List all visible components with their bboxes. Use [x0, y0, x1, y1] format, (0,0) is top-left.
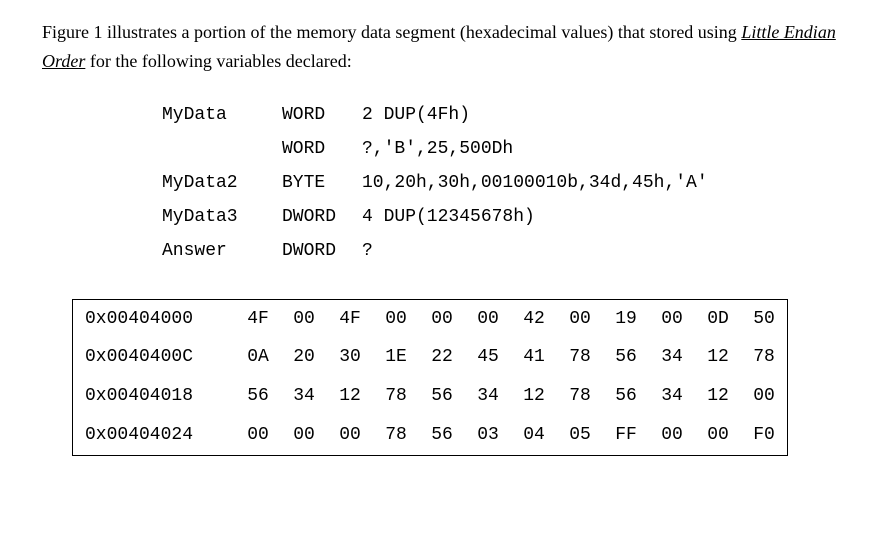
memory-byte: 78	[557, 338, 603, 377]
memory-byte: 34	[465, 377, 511, 416]
memory-byte: 78	[741, 338, 788, 377]
memory-byte: 00	[649, 416, 695, 455]
memory-byte: 1E	[373, 338, 419, 377]
memory-byte: 00	[327, 416, 373, 455]
memory-byte: 00	[281, 416, 327, 455]
memory-byte: 50	[741, 299, 788, 338]
memory-byte: 12	[695, 377, 741, 416]
declaration-type: WORD	[282, 132, 362, 166]
declaration-name: MyData3	[162, 200, 282, 234]
declaration-args: ?	[362, 234, 866, 268]
memory-byte: 12	[511, 377, 557, 416]
declarations-block: MyData WORD 2 DUP(4Fh) WORD ?,'B',25,500…	[162, 98, 866, 269]
memory-byte: 56	[419, 416, 465, 455]
declaration-type: DWORD	[282, 234, 362, 268]
memory-byte: 4F	[235, 299, 281, 338]
memory-byte: 78	[373, 377, 419, 416]
memory-byte: 78	[373, 416, 419, 455]
memory-row: 0x0040400C 0A 20 30 1E 22 45 41 78 56 34…	[73, 338, 788, 377]
memory-byte: 04	[511, 416, 557, 455]
memory-byte: 00	[419, 299, 465, 338]
declaration-name	[162, 132, 282, 166]
memory-byte: 20	[281, 338, 327, 377]
declaration-row: MyData3 DWORD 4 DUP(12345678h)	[162, 200, 866, 234]
memory-byte: 12	[695, 338, 741, 377]
memory-byte: 00	[465, 299, 511, 338]
memory-row: 0x00404024 00 00 00 78 56 03 04 05 FF 00…	[73, 416, 788, 455]
memory-byte: 42	[511, 299, 557, 338]
memory-byte: 34	[649, 338, 695, 377]
memory-byte: 56	[603, 377, 649, 416]
memory-byte: 0D	[695, 299, 741, 338]
memory-byte: 78	[557, 377, 603, 416]
memory-row: 0x00404018 56 34 12 78 56 34 12 78 56 34…	[73, 377, 788, 416]
memory-byte: 56	[419, 377, 465, 416]
figure-caption: Figure 1 illustrates a portion of the me…	[42, 18, 866, 76]
memory-address: 0x0040400C	[73, 338, 236, 377]
memory-byte: 00	[281, 299, 327, 338]
memory-byte: 00	[557, 299, 603, 338]
declaration-row: MyData2 BYTE 10,20h,30h,00100010b,34d,45…	[162, 166, 866, 200]
memory-byte: 4F	[327, 299, 373, 338]
memory-byte: 45	[465, 338, 511, 377]
memory-byte: 00	[741, 377, 788, 416]
memory-byte: 00	[649, 299, 695, 338]
declaration-args: 2 DUP(4Fh)	[362, 98, 866, 132]
declaration-args: ?,'B',25,500Dh	[362, 132, 866, 166]
caption-suffix: for the following variables declared:	[90, 51, 352, 71]
memory-row: 0x00404000 4F 00 4F 00 00 00 42 00 19 00…	[73, 299, 788, 338]
memory-byte: 00	[373, 299, 419, 338]
memory-byte: 41	[511, 338, 557, 377]
memory-byte: 05	[557, 416, 603, 455]
memory-byte: F0	[741, 416, 788, 455]
caption-prefix: Figure 1 illustrates a portion of the me…	[42, 22, 741, 42]
memory-byte: 34	[649, 377, 695, 416]
memory-byte: 56	[235, 377, 281, 416]
memory-byte: 30	[327, 338, 373, 377]
declaration-args: 4 DUP(12345678h)	[362, 200, 866, 234]
declaration-row: WORD ?,'B',25,500Dh	[162, 132, 866, 166]
memory-byte: FF	[603, 416, 649, 455]
declaration-name: MyData2	[162, 166, 282, 200]
memory-address: 0x00404024	[73, 416, 236, 455]
declaration-type: BYTE	[282, 166, 362, 200]
declaration-args: 10,20h,30h,00100010b,34d,45h,'A'	[362, 166, 866, 200]
declaration-type: DWORD	[282, 200, 362, 234]
memory-byte: 34	[281, 377, 327, 416]
memory-byte: 56	[603, 338, 649, 377]
declaration-name: MyData	[162, 98, 282, 132]
memory-dump-table: 0x00404000 4F 00 4F 00 00 00 42 00 19 00…	[72, 299, 788, 456]
declaration-name: Answer	[162, 234, 282, 268]
memory-byte: 19	[603, 299, 649, 338]
memory-byte: 0A	[235, 338, 281, 377]
declaration-row: Answer DWORD ?	[162, 234, 866, 268]
memory-byte: 00	[695, 416, 741, 455]
memory-byte: 12	[327, 377, 373, 416]
memory-byte: 03	[465, 416, 511, 455]
page-root: Figure 1 illustrates a portion of the me…	[0, 0, 888, 480]
declaration-row: MyData WORD 2 DUP(4Fh)	[162, 98, 866, 132]
memory-byte: 00	[235, 416, 281, 455]
memory-byte: 22	[419, 338, 465, 377]
declaration-type: WORD	[282, 98, 362, 132]
memory-address: 0x00404000	[73, 299, 236, 338]
memory-address: 0x00404018	[73, 377, 236, 416]
